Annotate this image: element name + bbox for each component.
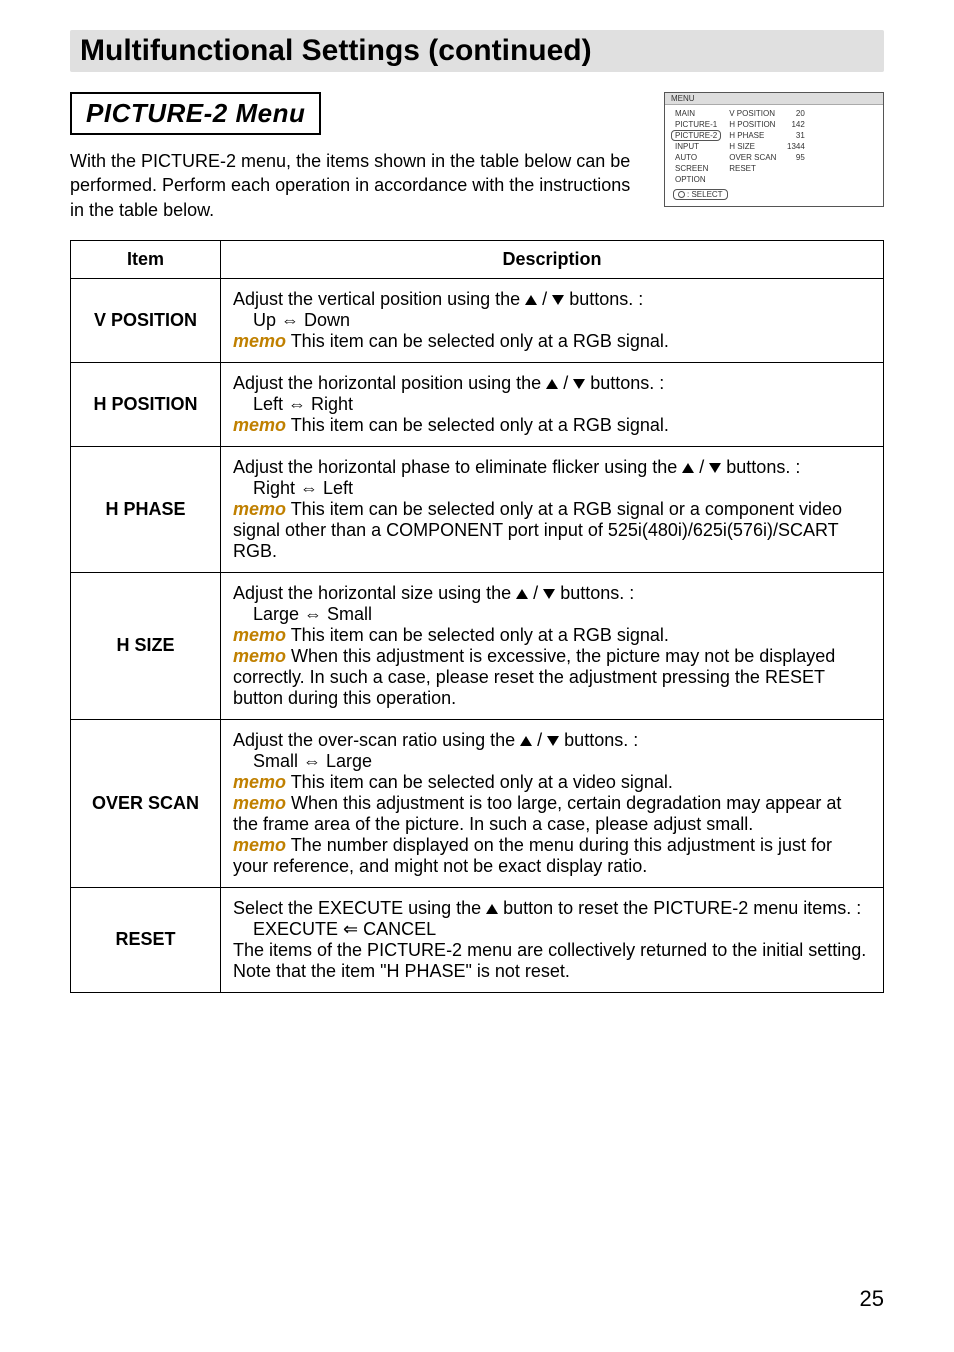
osd-param-label: V POSITION xyxy=(729,109,775,118)
page-title-bar: Multifunctional Settings (continued) xyxy=(70,30,884,72)
table-row: H SIZEAdjust the horizontal size using t… xyxy=(71,572,884,719)
memo-label: memo xyxy=(233,772,286,792)
osd-category-item: AUTO xyxy=(671,152,721,163)
osd-param-label: RESET xyxy=(729,164,756,173)
description-cell: Adjust the vertical position using the /… xyxy=(221,278,884,362)
triangle-down-icon xyxy=(543,589,555,599)
triangle-down-icon xyxy=(709,463,721,473)
osd-param-row: V POSITION 20 xyxy=(729,108,805,119)
osd-category-item: OPTION xyxy=(671,174,721,185)
section-heading: PICTURE-2 Menu xyxy=(86,98,305,129)
memo-label: memo xyxy=(233,415,286,435)
osd-param-value: 1344 xyxy=(787,142,805,151)
table-row: OVER SCANAdjust the over-scan ratio usin… xyxy=(71,719,884,887)
osd-param-row: H PHASE 31 xyxy=(729,130,805,141)
page-number: 25 xyxy=(860,1286,884,1312)
osd-param-row: H POSITION 142 xyxy=(729,119,805,130)
triangle-down-icon xyxy=(573,379,585,389)
item-cell: H PHASE xyxy=(71,446,221,572)
osd-param-row: OVER SCAN 95 xyxy=(729,152,805,163)
table-row: H POSITIONAdjust the horizontal position… xyxy=(71,362,884,446)
osd-param-label: OVER SCAN xyxy=(729,153,776,162)
osd-param-value: 95 xyxy=(796,153,805,162)
osd-category-item: PICTURE-1 xyxy=(671,119,721,130)
table-row: RESETSelect the EXECUTE using the button… xyxy=(71,887,884,992)
arrow-both-icon xyxy=(281,310,299,330)
header-block: PICTURE-2 Menu With the PICTURE-2 menu, … xyxy=(70,92,884,222)
osd-footer-text: : SELECT xyxy=(687,190,723,199)
table-row: H PHASEAdjust the horizontal phase to el… xyxy=(71,446,884,572)
triangle-up-icon xyxy=(486,904,498,914)
memo-label: memo xyxy=(233,835,286,855)
arrow-both-icon xyxy=(300,478,318,498)
description-cell: Adjust the over-scan ratio using the / b… xyxy=(221,719,884,887)
osd-category-item: SCREEN xyxy=(671,163,721,174)
triangle-up-icon xyxy=(516,589,528,599)
osd-category-column: MAINPICTURE-1PICTURE-2INPUTAUTOSCREENOPT… xyxy=(671,108,721,185)
item-cell: H SIZE xyxy=(71,572,221,719)
description-cell: Adjust the horizontal phase to eliminate… xyxy=(221,446,884,572)
arrow-left-icon xyxy=(343,919,358,939)
intro-paragraph: With the PICTURE-2 menu, the items shown… xyxy=(70,149,644,222)
col-header-description: Description xyxy=(221,240,884,278)
osd-param-value: 31 xyxy=(796,131,805,140)
description-cell: Adjust the horizontal position using the… xyxy=(221,362,884,446)
section-heading-box: PICTURE-2 Menu xyxy=(70,92,321,135)
triangle-up-icon xyxy=(682,463,694,473)
osd-param-value: 142 xyxy=(791,120,804,129)
memo-label: memo xyxy=(233,646,286,666)
osd-category-item: MAIN xyxy=(671,108,721,119)
memo-label: memo xyxy=(233,625,286,645)
description-cell: Adjust the horizontal size using the / b… xyxy=(221,572,884,719)
triangle-down-icon xyxy=(547,736,559,746)
page-title: Multifunctional Settings (continued) xyxy=(80,34,874,68)
osd-param-label: H SIZE xyxy=(729,142,755,151)
osd-body: MAINPICTURE-1PICTURE-2INPUTAUTOSCREENOPT… xyxy=(665,105,883,189)
osd-param-column: V POSITION20H POSITION142H PHASE31H SIZE… xyxy=(729,108,805,185)
osd-param-label: H POSITION xyxy=(729,120,775,129)
joystick-icon xyxy=(678,191,685,198)
settings-table: Item Description V POSITIONAdjust the ve… xyxy=(70,240,884,993)
arrow-both-icon xyxy=(304,604,322,624)
triangle-down-icon xyxy=(552,295,564,305)
col-header-item: Item xyxy=(71,240,221,278)
item-cell: V POSITION xyxy=(71,278,221,362)
triangle-up-icon xyxy=(546,379,558,389)
table-row: V POSITIONAdjust the vertical position u… xyxy=(71,278,884,362)
osd-footer: : SELECT xyxy=(673,189,728,200)
osd-param-value: 20 xyxy=(796,109,805,118)
arrow-both-icon xyxy=(288,394,306,414)
osd-category-item: INPUT xyxy=(671,141,721,152)
item-cell: H POSITION xyxy=(71,362,221,446)
arrow-both-icon xyxy=(303,751,321,771)
osd-header: MENU xyxy=(665,93,883,105)
item-cell: OVER SCAN xyxy=(71,719,221,887)
triangle-up-icon xyxy=(520,736,532,746)
memo-label: memo xyxy=(233,499,286,519)
memo-label: memo xyxy=(233,331,286,351)
osd-menu-graphic: MENU MAINPICTURE-1PICTURE-2INPUTAUTOSCRE… xyxy=(664,92,884,207)
item-cell: RESET xyxy=(71,887,221,992)
header-left: PICTURE-2 Menu With the PICTURE-2 menu, … xyxy=(70,92,644,222)
osd-footer-wrap: : SELECT xyxy=(665,189,883,206)
osd-category-item: PICTURE-2 xyxy=(671,130,721,141)
osd-param-label: H PHASE xyxy=(729,131,764,140)
description-cell: Select the EXECUTE using the button to r… xyxy=(221,887,884,992)
osd-param-row: RESET xyxy=(729,163,805,174)
osd-param-row: H SIZE 1344 xyxy=(729,141,805,152)
memo-label: memo xyxy=(233,793,286,813)
triangle-up-icon xyxy=(525,295,537,305)
